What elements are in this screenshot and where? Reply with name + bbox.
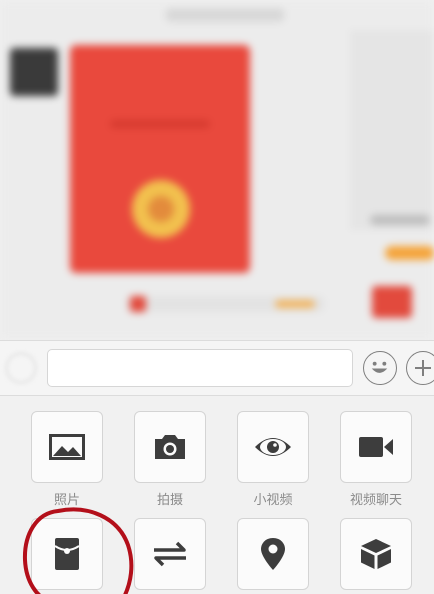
message-bubble — [350, 30, 434, 230]
avatar[interactable] — [10, 48, 58, 96]
short-video-button[interactable] — [237, 411, 309, 483]
video-call-label: 视频聊天 — [349, 493, 402, 508]
red-packet-thumbnail[interactable] — [372, 286, 412, 318]
voice-button[interactable] — [6, 353, 36, 383]
emoji-button[interactable] — [363, 351, 397, 385]
message-input[interactable] — [47, 349, 353, 387]
more-button[interactable] — [406, 351, 434, 385]
camera-icon — [155, 435, 185, 459]
video-call-button[interactable] — [340, 411, 412, 483]
system-notice-icon — [130, 296, 146, 312]
red-packet-text — [110, 120, 210, 128]
cube-button[interactable] — [340, 518, 412, 590]
location-button[interactable] — [237, 518, 309, 590]
camera-button[interactable] — [134, 411, 206, 483]
photo-button[interactable] — [31, 411, 103, 483]
camera-label: 拍摄 — [156, 493, 183, 508]
eye-icon — [255, 438, 291, 456]
video-call-icon — [359, 437, 393, 457]
red-packet-seal-center — [148, 196, 174, 222]
feature-panel: 照片 拍摄 小视频 视频聊天 — [0, 396, 434, 594]
message-meta — [370, 215, 430, 225]
message-badge — [385, 246, 434, 260]
cube-icon — [361, 539, 391, 569]
smiley-icon — [371, 361, 388, 373]
location-icon — [261, 538, 285, 570]
red-packet-icon — [54, 538, 80, 570]
chat-title — [165, 8, 285, 22]
system-notice-link — [275, 300, 315, 308]
transfer-button[interactable] — [134, 518, 206, 590]
input-bar — [0, 340, 434, 396]
chat-history — [0, 0, 434, 340]
red-packet-button[interactable] — [31, 518, 103, 590]
photo-icon — [49, 434, 85, 460]
red-packet-seal-icon — [132, 180, 190, 238]
transfer-icon — [154, 541, 186, 567]
red-packet-message[interactable] — [70, 45, 250, 273]
photo-label: 照片 — [53, 493, 80, 508]
short-video-label: 小视频 — [253, 493, 293, 508]
